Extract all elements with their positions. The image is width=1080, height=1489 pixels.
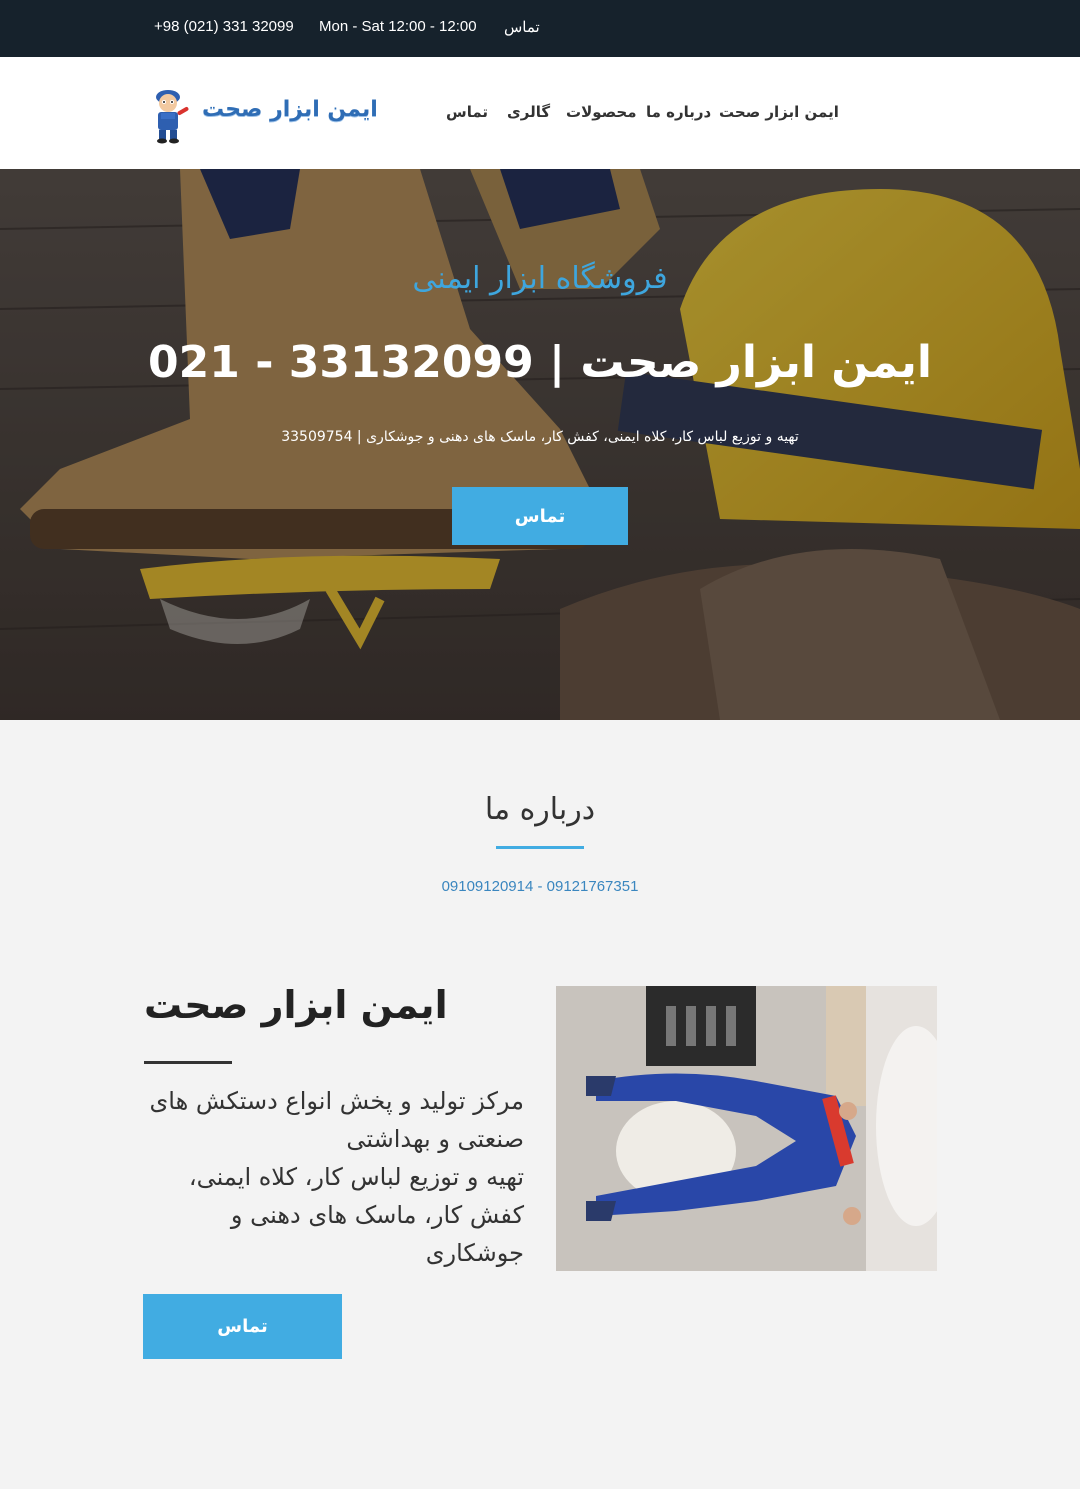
logo-text: ایمن ابزار صحت [202, 97, 378, 122]
feature-title: ایمن ابزار صحت [144, 983, 448, 1027]
topbar-phone[interactable]: +98 (021) 331 32099 [154, 18, 294, 35]
plumber-photo [556, 986, 937, 1271]
nav-products[interactable]: محصولات [566, 103, 637, 121]
about-phones[interactable]: 09109120914 - 09121767351 [0, 878, 1080, 895]
site-header: ایمن ابزار صحت ایمن ابزار صحت درباره ما … [0, 57, 1080, 169]
about-title-underline [496, 846, 584, 849]
topbar-hours: Mon - Sat 12:00 - 12:00 [319, 18, 477, 35]
hero-description: تهیه و توزیع لباس کار، کلاه ایمنی، کفش ک… [281, 429, 799, 445]
plumber-image [556, 986, 937, 1271]
worker-mascot-icon [156, 90, 189, 144]
topbar-contact-link[interactable]: تماس [504, 18, 540, 36]
feature-line-2: تهیه و توزیع لباس کار، کلاه ایمنی، کفش ک… [188, 1163, 524, 1267]
top-bar: +98 (021) 331 32099 Mon - Sat 12:00 - 12… [0, 0, 1080, 57]
feature-line-1: مرکز تولید و پخش انواع دستکش های صنعتی و… [149, 1087, 524, 1153]
nav-about[interactable]: درباره ما [646, 103, 711, 121]
nav-contact[interactable]: تماس [446, 103, 488, 121]
feature-divider [144, 1061, 232, 1064]
nav-home[interactable]: ایمن ابزار صحت [719, 103, 839, 121]
feature-contact-button[interactable]: تماس [143, 1294, 342, 1359]
feature-text: مرکز تولید و پخش انواع دستکش های صنعتی و… [144, 1082, 524, 1272]
hero-title: ایمن ابزار صحت | 33132099 - 021 [148, 337, 932, 388]
nav-gallery[interactable]: گالری [507, 103, 550, 121]
site-logo[interactable]: ایمن ابزار صحت [146, 83, 378, 145]
hero-subtitle: فروشگاه ابزار ایمنی [412, 261, 668, 296]
hero-section: فروشگاه ابزار ایمنی ایمن ابزار صحت | 331… [0, 169, 1080, 720]
about-title: درباره ما [484, 792, 596, 827]
hero-contact-button[interactable]: تماس [452, 487, 628, 545]
